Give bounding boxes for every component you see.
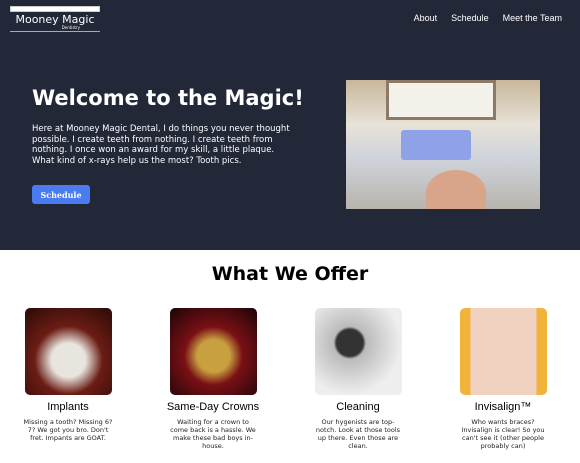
offer-card-invisalign: Invisalign™ Who wants braces? Invisalign…	[443, 308, 563, 450]
logo-name: Mooney Magic	[15, 13, 95, 26]
card-title: Invisalign™	[474, 401, 532, 413]
offer-card-crowns: Same-Day Crowns Waiting for a crown to c…	[153, 308, 273, 450]
logo[interactable]: Mooney Magic Dentistry	[10, 6, 100, 32]
offer-card-implants: Implants Missing a tooth? Missing 6? 7? …	[8, 308, 128, 442]
hero-text: Here at Mooney Magic Dental, I do things…	[32, 124, 290, 166]
card-text: Who wants braces? Invisalign is clear! S…	[461, 418, 545, 450]
logo-bar	[10, 6, 100, 12]
card-title: Same-Day Crowns	[166, 401, 260, 413]
card-title: Implants	[47, 401, 89, 413]
crown-image	[169, 308, 257, 395]
hand-shape	[426, 170, 486, 209]
card-title: Cleaning	[336, 401, 380, 413]
schedule-button[interactable]: Schedule	[32, 185, 90, 204]
card-text: Our hygenists are top-notch. Look at tho…	[315, 418, 401, 450]
card-text: Waiting for a crown to come back is a ha…	[170, 418, 256, 450]
nav-about[interactable]: About	[414, 13, 438, 23]
offer-card-cleaning: Cleaning Our hygenists are top-notch. Lo…	[298, 308, 418, 450]
card-text: Missing a tooth? Missing 6? 7? We got yo…	[23, 418, 113, 442]
hero-image	[346, 80, 540, 209]
window-shape	[386, 80, 496, 120]
hero-section: Mooney Magic Dentistry About Schedule Me…	[0, 0, 580, 250]
implants-image	[24, 308, 112, 395]
logo-underline	[10, 31, 100, 32]
laptop-shape	[401, 130, 471, 160]
logo-sub: Dentistry	[61, 25, 80, 30]
invisalign-image	[459, 308, 547, 395]
hero-title: Welcome to the Magic!	[32, 86, 304, 110]
nav-meet-the-team[interactable]: Meet the Team	[503, 13, 562, 23]
offer-title: What We Offer	[211, 263, 369, 285]
main-nav: About Schedule Meet the Team	[414, 13, 562, 23]
nav-schedule[interactable]: Schedule	[451, 13, 489, 23]
cleaning-image	[314, 308, 402, 395]
